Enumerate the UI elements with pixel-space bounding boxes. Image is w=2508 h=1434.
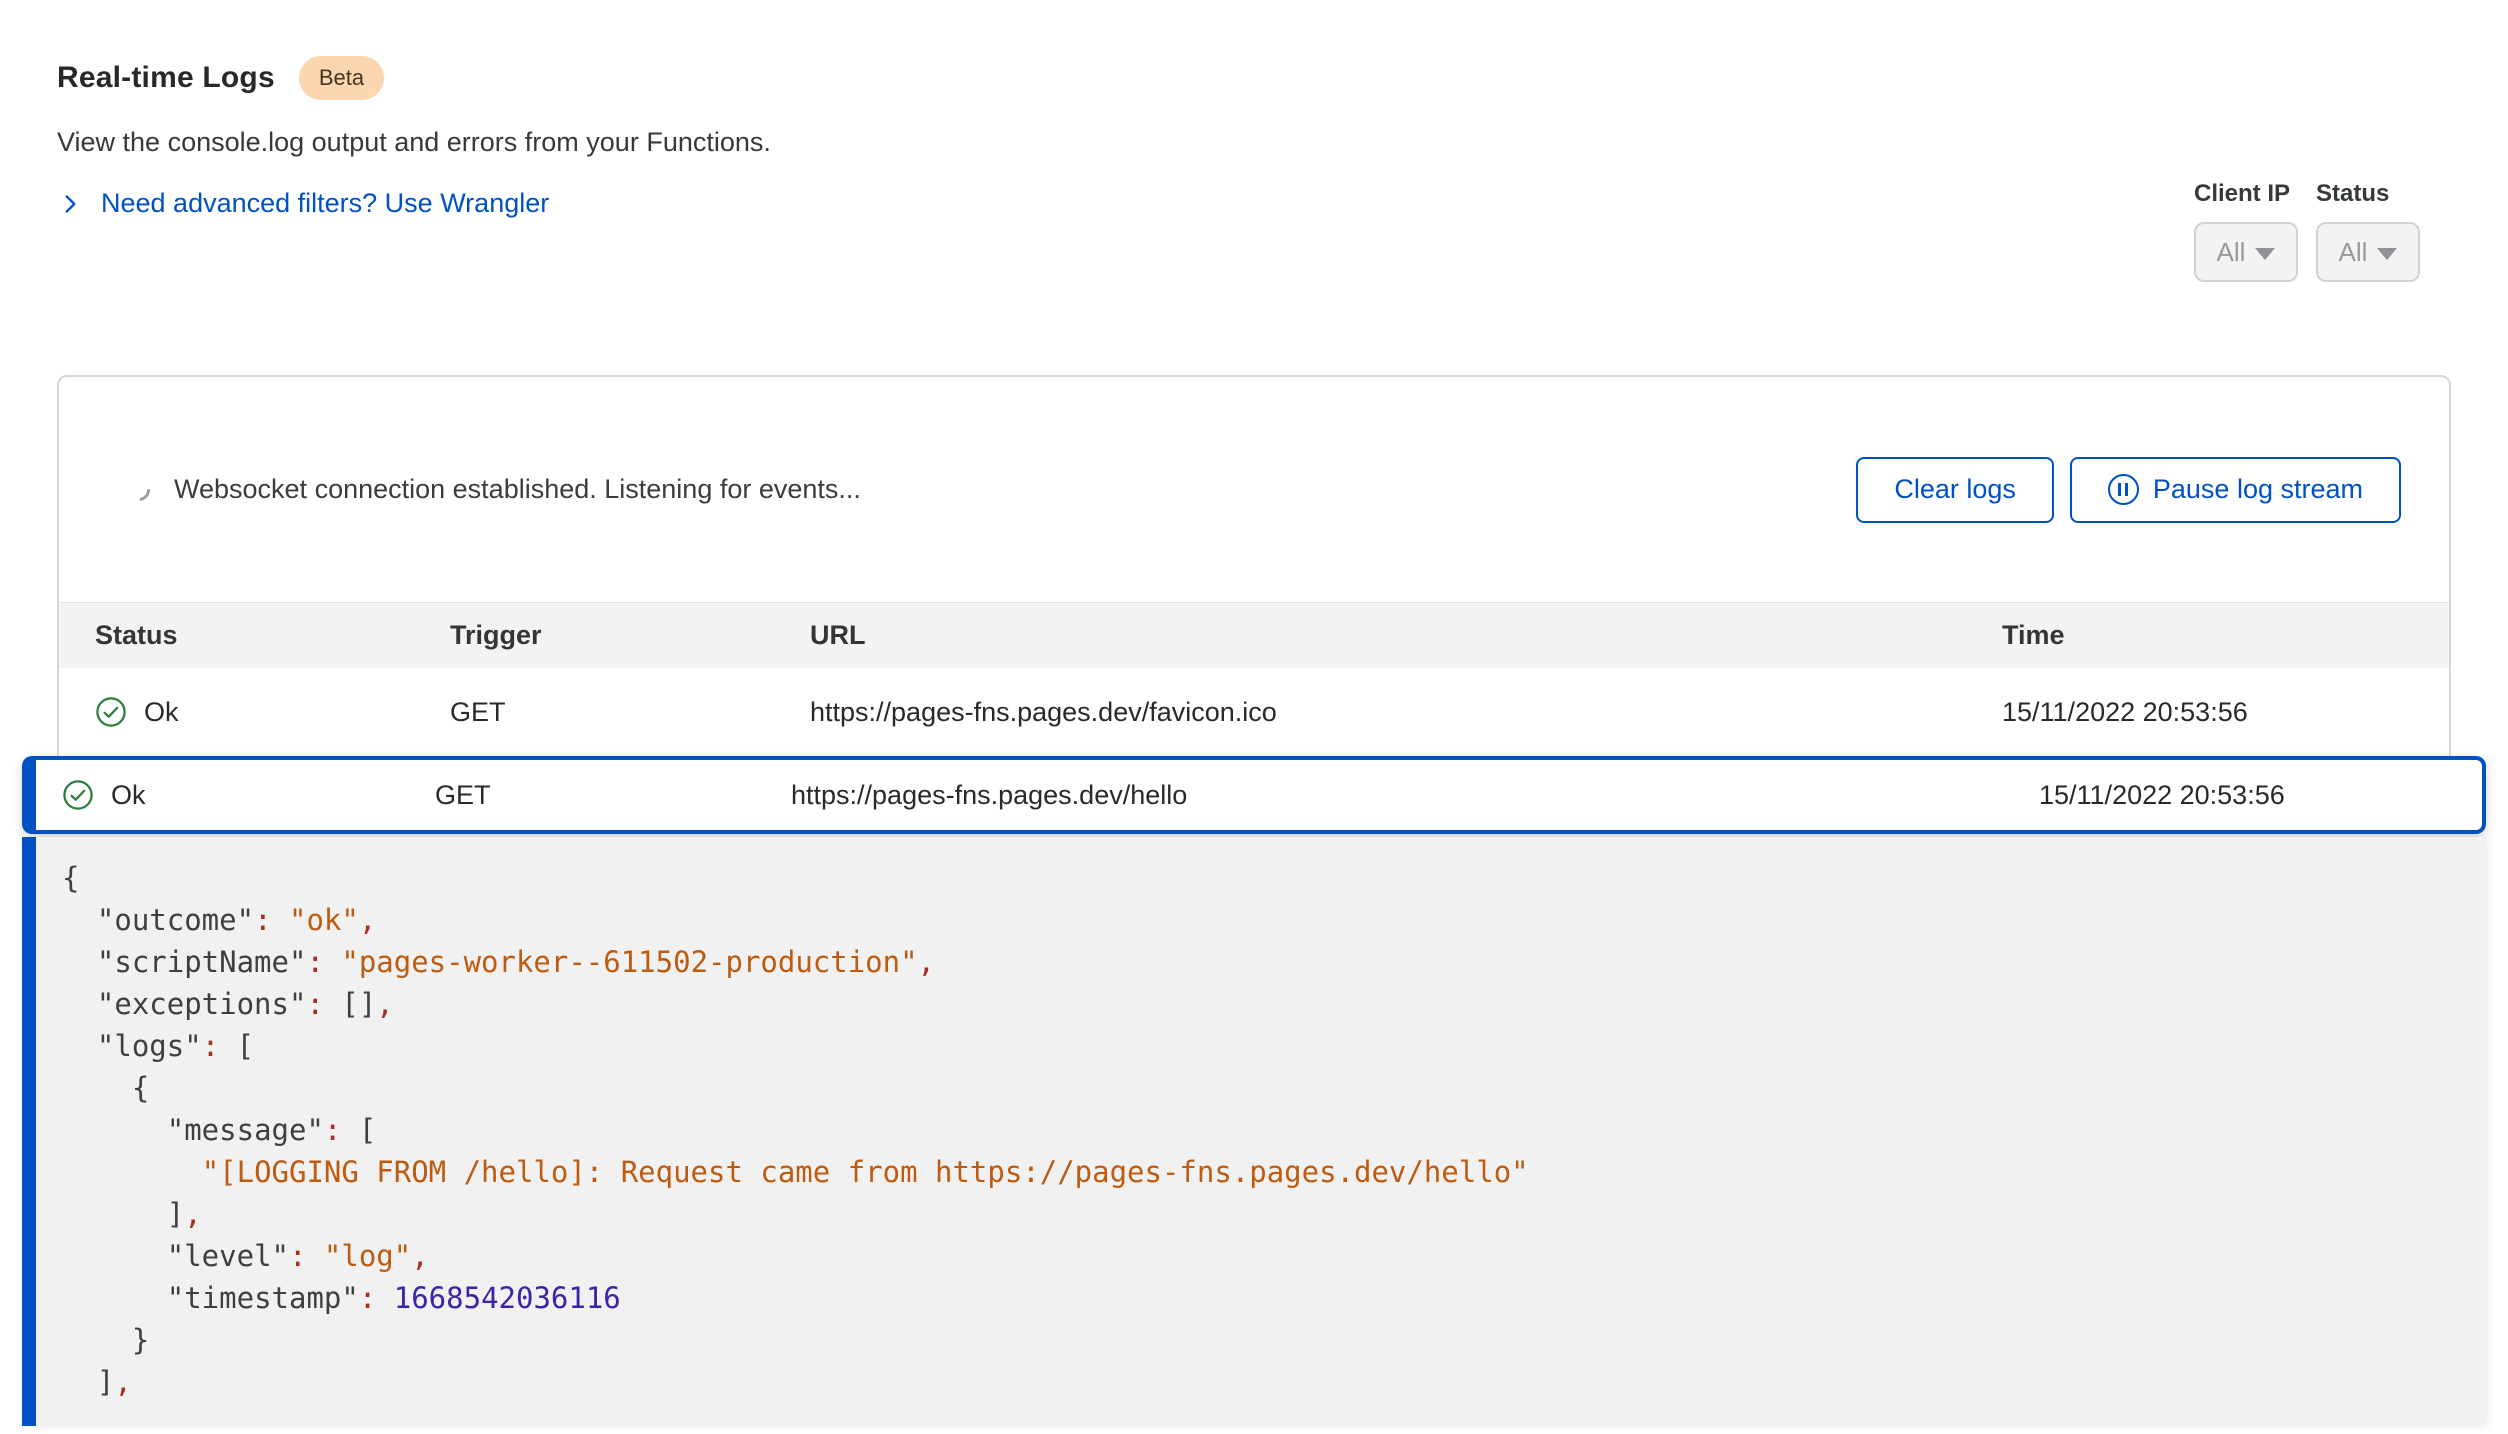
code-line: }	[62, 1319, 2486, 1361]
trigger-cell: GET	[409, 780, 765, 811]
chevron-right-icon	[57, 191, 83, 217]
client-ip-dropdown-value: All	[2217, 237, 2246, 268]
pause-log-stream-button[interactable]: Pause log stream	[2070, 457, 2401, 523]
status-cell: Ok	[36, 779, 409, 811]
status-text: Ok	[111, 780, 146, 811]
time-cell: 15/11/2022 20:53:56	[1966, 697, 2449, 728]
filters: Client IP All Status All	[2194, 180, 2420, 282]
filter-status: Status All	[2316, 180, 2420, 282]
status-ok-icon	[62, 779, 94, 811]
code-line: "scriptName": "pages-worker--611502-prod…	[62, 941, 2486, 983]
code-line: "outcome": "ok",	[62, 899, 2486, 941]
client-ip-dropdown[interactable]: All	[2194, 222, 2298, 282]
column-header-url: URL	[774, 620, 1966, 651]
code-line: "logs": [	[62, 1025, 2486, 1067]
page-title: Real-time Logs	[57, 61, 275, 95]
status-dropdown-value: All	[2339, 237, 2368, 268]
code-line: "message": [	[62, 1109, 2486, 1151]
status-label: Status	[2316, 180, 2420, 208]
code-line: {	[62, 857, 2486, 899]
code-line: "[LOGGING FROM /hello]: Request came fro…	[62, 1151, 2486, 1193]
selected-table-row[interactable]: Ok GET https://pages-fns.pages.dev/hello…	[22, 756, 2486, 834]
pause-log-stream-label: Pause log stream	[2153, 474, 2363, 505]
expanded-log-entry: Ok GET https://pages-fns.pages.dev/hello…	[22, 756, 2486, 1426]
column-header-status: Status	[59, 620, 414, 651]
code-line: "exceptions": [],	[62, 983, 2486, 1025]
table-row[interactable]: Ok GET https://pages-fns.pages.dev/favic…	[59, 668, 2449, 756]
time-cell: 15/11/2022 20:53:56	[2013, 780, 2482, 811]
status-dropdown[interactable]: All	[2316, 222, 2420, 282]
pause-icon	[2108, 474, 2139, 505]
url-cell: https://pages-fns.pages.dev/hello	[765, 780, 2013, 811]
status-ok-icon	[95, 696, 127, 728]
code-line: ],	[62, 1193, 2486, 1235]
trigger-cell: GET	[414, 697, 774, 728]
status-text: Ok	[144, 697, 179, 728]
page-header: Real-time Logs Beta View the console.log…	[0, 0, 2508, 219]
spinner-icon	[124, 474, 155, 505]
caret-down-icon	[2255, 248, 2275, 260]
code-line: {	[62, 1067, 2486, 1109]
code-line: "level": "log",	[62, 1235, 2486, 1277]
wrangler-link-label: Need advanced filters? Use Wrangler	[101, 188, 549, 219]
column-header-trigger: Trigger	[414, 620, 774, 651]
log-detail-json: { "outcome": "ok", "scriptName": "pages-…	[22, 837, 2486, 1426]
page-description: View the console.log output and errors f…	[57, 127, 2451, 158]
stream-status-message: Websocket connection established. Listen…	[174, 474, 1856, 505]
clear-logs-button[interactable]: Clear logs	[1856, 457, 2054, 523]
url-cell: https://pages-fns.pages.dev/favicon.ico	[774, 697, 1966, 728]
client-ip-label: Client IP	[2194, 180, 2298, 208]
status-cell: Ok	[59, 696, 414, 728]
filter-client-ip: Client IP All	[2194, 180, 2298, 282]
wrangler-link[interactable]: Need advanced filters? Use Wrangler	[57, 188, 2451, 219]
logs-card: Websocket connection established. Listen…	[57, 375, 2451, 756]
code-line: ],	[62, 1361, 2486, 1403]
stream-status-bar: Websocket connection established. Listen…	[59, 377, 2449, 602]
column-header-time: Time	[1966, 620, 2449, 651]
caret-down-icon	[2377, 248, 2397, 260]
beta-badge: Beta	[299, 56, 384, 100]
table-header: Status Trigger URL Time	[59, 602, 2449, 668]
code-line: "timestamp": 1668542036116	[62, 1277, 2486, 1319]
realtime-logs-page: Real-time Logs Beta View the console.log…	[0, 0, 2508, 1434]
